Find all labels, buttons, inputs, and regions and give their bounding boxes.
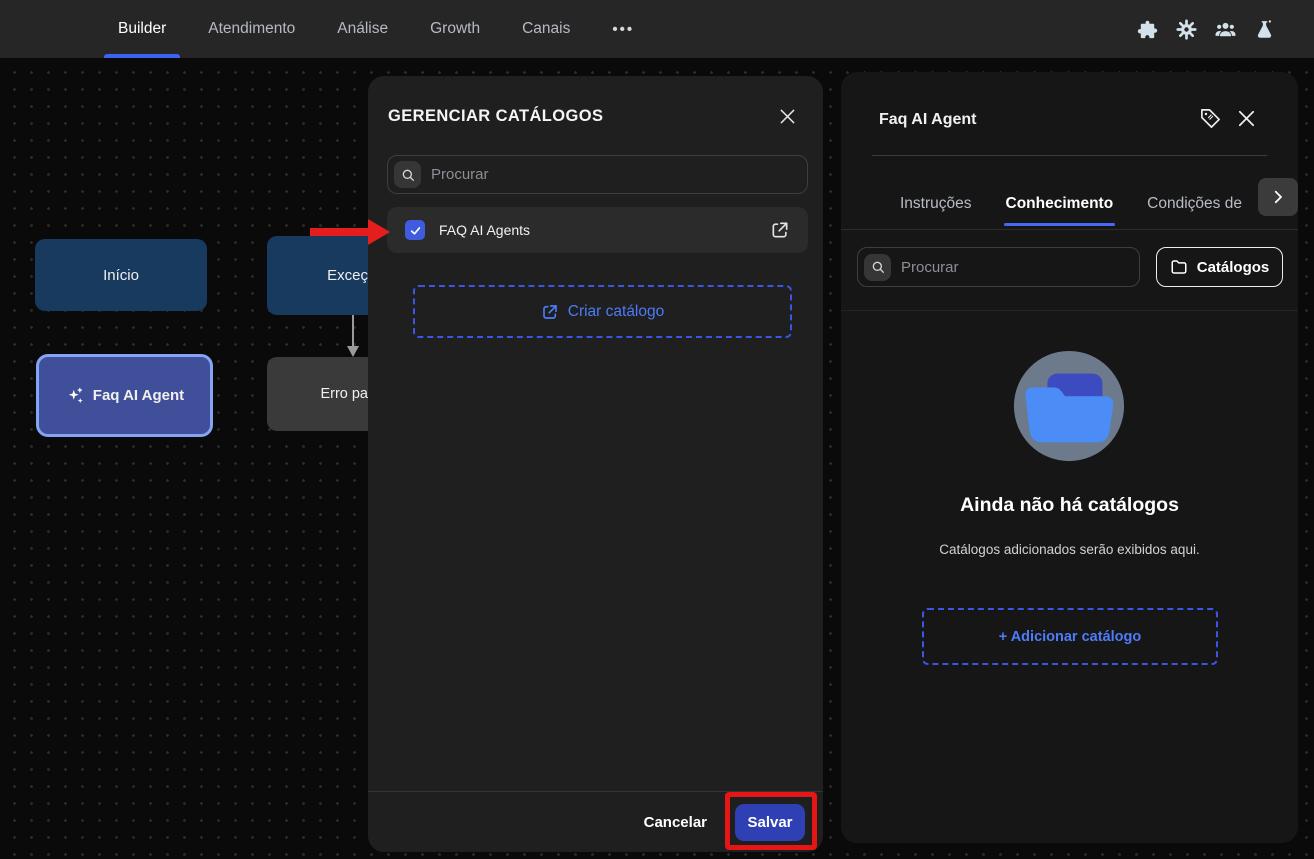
create-catalog-button[interactable]: Criar catálogo (413, 285, 792, 338)
nav-tab-canais[interactable]: Canais (522, 0, 570, 58)
node-label: Exceç (327, 267, 368, 284)
divider (872, 155, 1267, 156)
nav-tab-label: Análise (337, 20, 388, 38)
search-icon (864, 254, 891, 281)
close-icon[interactable] (1235, 107, 1258, 130)
search-icon (394, 161, 421, 188)
empty-state-title: Ainda não há catálogos (841, 494, 1298, 517)
chevron-right-icon[interactable] (1258, 178, 1298, 216)
panel-tab-bar: Instruções Conhecimento Condições de (900, 178, 1242, 229)
tag-icon[interactable] (1199, 107, 1222, 130)
node-label: Faq AI Agent (93, 387, 184, 404)
tab-label: Instruções (900, 195, 972, 213)
nav-tab-label: Canais (522, 20, 570, 38)
catalogs-button[interactable]: Catálogos (1156, 247, 1283, 287)
modal-title: GERENCIAR CATÁLOGOS (388, 107, 603, 126)
modal-search-input[interactable] (421, 166, 807, 183)
create-catalog-label: Criar catálogo (568, 303, 665, 321)
catalogs-button-label: Catálogos (1197, 259, 1270, 276)
catalog-checkbox-checked[interactable] (405, 220, 425, 240)
node-label: Início (103, 267, 139, 284)
catalog-item-label: FAQ AI Agents (439, 222, 530, 238)
divider (841, 229, 1298, 230)
divider (841, 310, 1298, 311)
save-button[interactable]: Salvar (735, 804, 805, 841)
external-link-icon[interactable] (770, 220, 790, 240)
folder-icon (1170, 258, 1188, 276)
add-catalog-button[interactable]: + Adicionar catálogo (922, 608, 1218, 665)
tab-conhecimento[interactable]: Conhecimento (1006, 178, 1114, 229)
nav-action-icons (1136, 0, 1276, 58)
tab-condicoes[interactable]: Condições de (1147, 178, 1242, 229)
tab-instrucoes[interactable]: Instruções (900, 178, 972, 229)
active-tab-underline (1004, 223, 1116, 226)
nav-tab-growth[interactable]: Growth (430, 0, 480, 58)
empty-state-subtitle: Catálogos adicionados serão exibidos aqu… (841, 542, 1298, 557)
nav-tab-atendimento[interactable]: Atendimento (208, 0, 295, 58)
lab-icon[interactable] (1253, 18, 1276, 41)
extensions-icon[interactable] (1136, 18, 1159, 41)
nav-tab-bar: Builder Atendimento Análise Growth Canai… (118, 0, 634, 58)
flow-connector-arrow (344, 315, 362, 358)
flow-node-inicio[interactable]: Início (35, 239, 207, 311)
nav-tab-builder[interactable]: Builder (118, 0, 166, 58)
sparkles-icon (65, 386, 85, 406)
more-menu-button[interactable]: ••• (612, 21, 634, 38)
external-link-icon (541, 303, 559, 321)
panel-search-box (857, 247, 1140, 287)
node-label: Erro pa (320, 386, 368, 402)
app-root: Builder Atendimento Análise Growth Canai… (0, 0, 1314, 859)
nav-tab-label: Growth (430, 20, 480, 38)
catalog-list-item[interactable]: FAQ AI Agents (387, 207, 808, 253)
flow-node-excecao[interactable]: Exceç (267, 236, 368, 315)
tab-label: Condições de (1147, 195, 1242, 213)
cancel-button[interactable]: Cancelar (644, 814, 707, 831)
settings-icon[interactable] (1175, 18, 1198, 41)
panel-title: Faq AI Agent (879, 111, 976, 129)
panel-header-icons (1199, 107, 1258, 130)
modal-footer: Cancelar Salvar (368, 791, 823, 852)
panel-search-input[interactable] (891, 259, 1139, 276)
team-icon[interactable] (1214, 18, 1237, 41)
close-icon[interactable] (777, 106, 798, 127)
agent-detail-panel: Faq AI Agent Instruções Conhecimento Con… (841, 72, 1298, 843)
flow-node-faq-ai-agent[interactable]: Faq AI Agent (36, 354, 213, 437)
flow-node-erro[interactable]: Erro pa (267, 357, 368, 431)
tab-label: Conhecimento (1006, 195, 1114, 213)
nav-tab-analise[interactable]: Análise (337, 0, 388, 58)
empty-folder-illustration (1010, 349, 1128, 469)
nav-tab-label: Builder (118, 20, 166, 38)
top-nav: Builder Atendimento Análise Growth Canai… (0, 0, 1314, 58)
manage-catalogs-modal: GERENCIAR CATÁLOGOS FAQ AI Agents Criar … (368, 76, 823, 852)
active-tab-underline (104, 54, 180, 58)
modal-search-box (387, 155, 808, 194)
nav-tab-label: Atendimento (208, 20, 295, 38)
